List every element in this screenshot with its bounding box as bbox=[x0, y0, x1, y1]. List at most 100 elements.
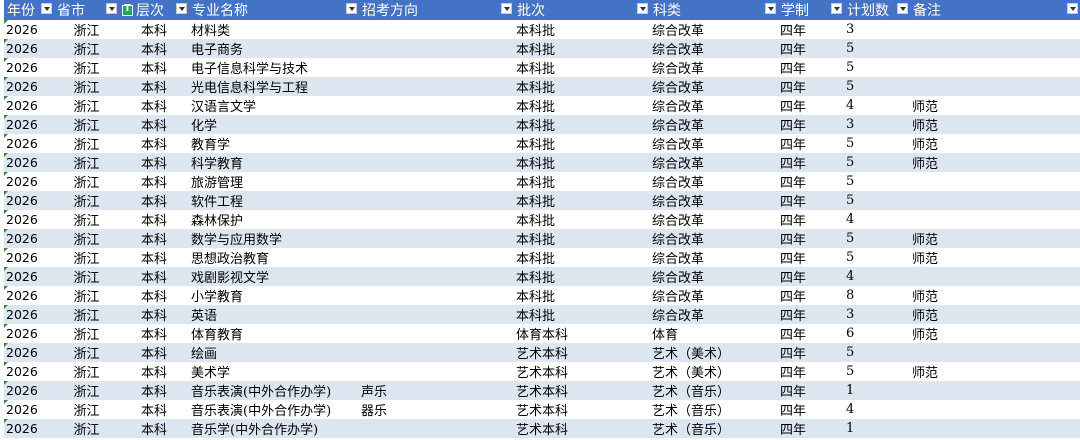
cell-batch[interactable]: 本科批 bbox=[514, 191, 650, 210]
cell-year[interactable]: 2026 bbox=[4, 39, 54, 58]
cell-note[interactable] bbox=[910, 20, 1080, 39]
cell-category[interactable]: 综合改革 bbox=[650, 77, 778, 96]
cell-plan[interactable]: 1 bbox=[844, 419, 910, 438]
cell-province[interactable]: 浙江 bbox=[54, 343, 119, 362]
cell-level[interactable]: 本科 bbox=[119, 77, 189, 96]
cell-batch[interactable]: 艺术本科 bbox=[514, 381, 650, 400]
cell-year[interactable]: 2026 bbox=[4, 134, 54, 153]
cell-province[interactable]: 浙江 bbox=[54, 39, 119, 58]
cell-plan[interactable]: 5 bbox=[844, 153, 910, 172]
cell-category[interactable]: 艺术（美术） bbox=[650, 343, 778, 362]
cell-major[interactable]: 旅游管理 bbox=[189, 172, 359, 191]
cell-province[interactable]: 浙江 bbox=[54, 115, 119, 134]
cell-year[interactable]: 2026 bbox=[4, 153, 54, 172]
cell-direction[interactable] bbox=[359, 248, 514, 267]
cell-province[interactable]: 浙江 bbox=[54, 286, 119, 305]
cell-duration[interactable]: 四年 bbox=[778, 20, 844, 39]
cell-direction[interactable] bbox=[359, 115, 514, 134]
cell-plan[interactable]: 5 bbox=[844, 58, 910, 77]
cell-level[interactable]: 本科 bbox=[119, 20, 189, 39]
cell-batch[interactable]: 本科批 bbox=[514, 58, 650, 77]
cell-duration[interactable]: 四年 bbox=[778, 248, 844, 267]
cell-note[interactable]: 师范 bbox=[910, 324, 1080, 343]
cell-category[interactable]: 综合改革 bbox=[650, 115, 778, 134]
cell-year[interactable]: 2026 bbox=[4, 267, 54, 286]
cell-duration[interactable]: 四年 bbox=[778, 115, 844, 134]
cell-category[interactable]: 综合改革 bbox=[650, 153, 778, 172]
cell-level[interactable]: 本科 bbox=[119, 343, 189, 362]
cell-province[interactable]: 浙江 bbox=[54, 58, 119, 77]
cell-duration[interactable]: 四年 bbox=[778, 210, 844, 229]
cell-plan[interactable]: 4 bbox=[844, 400, 910, 419]
cell-level[interactable]: 本科 bbox=[119, 191, 189, 210]
cell-level[interactable]: 本科 bbox=[119, 324, 189, 343]
cell-major[interactable]: 软件工程 bbox=[189, 191, 359, 210]
cell-batch[interactable]: 本科批 bbox=[514, 96, 650, 115]
cell-direction[interactable] bbox=[359, 210, 514, 229]
cell-category[interactable]: 综合改革 bbox=[650, 267, 778, 286]
cell-direction[interactable] bbox=[359, 305, 514, 324]
cell-province[interactable]: 浙江 bbox=[54, 191, 119, 210]
cell-category[interactable]: 综合改革 bbox=[650, 172, 778, 191]
cell-direction[interactable] bbox=[359, 286, 514, 305]
cell-province[interactable]: 浙江 bbox=[54, 267, 119, 286]
cell-batch[interactable]: 本科批 bbox=[514, 229, 650, 248]
cell-direction[interactable]: 声乐 bbox=[359, 381, 514, 400]
cell-direction[interactable] bbox=[359, 77, 514, 96]
cell-category[interactable]: 艺术（音乐） bbox=[650, 400, 778, 419]
cell-note[interactable]: 师范 bbox=[910, 286, 1080, 305]
cell-note[interactable] bbox=[910, 210, 1080, 229]
cell-category[interactable]: 艺术（美术） bbox=[650, 362, 778, 381]
cell-plan[interactable]: 5 bbox=[844, 248, 910, 267]
cell-major[interactable]: 材料类 bbox=[189, 20, 359, 39]
cell-year[interactable]: 2026 bbox=[4, 362, 54, 381]
filter-dropdown-icon[interactable] bbox=[41, 3, 52, 14]
active-filter-icon[interactable] bbox=[122, 3, 133, 16]
cell-note[interactable]: 师范 bbox=[910, 153, 1080, 172]
cell-note[interactable]: 师范 bbox=[910, 134, 1080, 153]
filter-dropdown-icon[interactable] bbox=[637, 3, 648, 14]
cell-province[interactable]: 浙江 bbox=[54, 362, 119, 381]
cell-year[interactable]: 2026 bbox=[4, 324, 54, 343]
cell-direction[interactable] bbox=[359, 324, 514, 343]
cell-province[interactable]: 浙江 bbox=[54, 248, 119, 267]
cell-plan[interactable]: 4 bbox=[844, 210, 910, 229]
cell-plan[interactable]: 5 bbox=[844, 39, 910, 58]
cell-batch[interactable]: 艺术本科 bbox=[514, 400, 650, 419]
cell-duration[interactable]: 四年 bbox=[778, 381, 844, 400]
cell-note[interactable] bbox=[910, 419, 1080, 438]
cell-duration[interactable]: 四年 bbox=[778, 229, 844, 248]
cell-batch[interactable]: 本科批 bbox=[514, 248, 650, 267]
cell-level[interactable]: 本科 bbox=[119, 400, 189, 419]
cell-duration[interactable]: 四年 bbox=[778, 191, 844, 210]
cell-year[interactable]: 2026 bbox=[4, 400, 54, 419]
cell-major[interactable]: 电子商务 bbox=[189, 39, 359, 58]
cell-year[interactable]: 2026 bbox=[4, 115, 54, 134]
cell-year[interactable]: 2026 bbox=[4, 286, 54, 305]
cell-duration[interactable]: 四年 bbox=[778, 39, 844, 58]
cell-batch[interactable]: 本科批 bbox=[514, 286, 650, 305]
cell-note[interactable] bbox=[910, 58, 1080, 77]
cell-plan[interactable]: 5 bbox=[844, 191, 910, 210]
cell-category[interactable]: 综合改革 bbox=[650, 286, 778, 305]
cell-level[interactable]: 本科 bbox=[119, 153, 189, 172]
cell-level[interactable]: 本科 bbox=[119, 305, 189, 324]
cell-note[interactable]: 师范 bbox=[910, 362, 1080, 381]
cell-level[interactable]: 本科 bbox=[119, 229, 189, 248]
cell-note[interactable] bbox=[910, 191, 1080, 210]
cell-plan[interactable]: 3 bbox=[844, 115, 910, 134]
cell-major[interactable]: 汉语言文学 bbox=[189, 96, 359, 115]
cell-major[interactable]: 戏剧影视文学 bbox=[189, 267, 359, 286]
cell-duration[interactable]: 四年 bbox=[778, 172, 844, 191]
cell-level[interactable]: 本科 bbox=[119, 115, 189, 134]
filter-dropdown-icon[interactable] bbox=[176, 3, 187, 14]
cell-batch[interactable]: 艺术本科 bbox=[514, 343, 650, 362]
cell-level[interactable]: 本科 bbox=[119, 39, 189, 58]
cell-batch[interactable]: 本科批 bbox=[514, 134, 650, 153]
filter-dropdown-icon[interactable] bbox=[897, 3, 908, 14]
cell-batch[interactable]: 体育本科 bbox=[514, 324, 650, 343]
filter-dropdown-icon[interactable] bbox=[831, 3, 842, 14]
cell-note[interactable]: 师范 bbox=[910, 248, 1080, 267]
cell-plan[interactable]: 6 bbox=[844, 324, 910, 343]
cell-year[interactable]: 2026 bbox=[4, 419, 54, 438]
